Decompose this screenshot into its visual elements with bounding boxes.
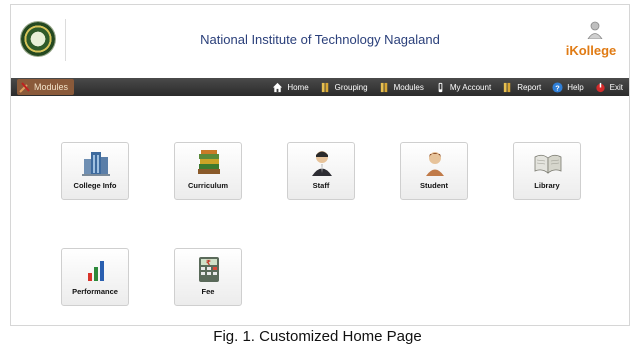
nav-item-label: Report xyxy=(517,82,542,92)
svg-text:₹: ₹ xyxy=(206,259,211,267)
navbar: Modules Home Grouping Modules My Account… xyxy=(11,78,629,96)
fee-calculator-icon: ₹ xyxy=(199,257,219,282)
exit-icon xyxy=(596,82,605,92)
module-tile-college-info[interactable]: College Info xyxy=(61,142,129,200)
figure-caption: Fig. 1. Customized Home Page xyxy=(213,328,422,345)
help-icon: ? xyxy=(552,81,563,93)
brand: iKollege xyxy=(561,21,621,61)
nav-item-grouping[interactable]: Grouping xyxy=(320,82,368,93)
nav-item-modules[interactable]: Modules xyxy=(379,82,424,93)
nav-item-label: Home xyxy=(287,82,309,92)
module-tile-label: Library xyxy=(534,181,560,190)
book-icon xyxy=(321,82,328,92)
header: National Institute of Technology Nagalan… xyxy=(11,5,629,73)
bar-graph-icon xyxy=(88,261,104,281)
nav-item-label: Grouping xyxy=(334,82,368,92)
brand-name: iKollege xyxy=(565,43,617,58)
nav-item-label: Modules xyxy=(393,82,424,92)
module-tile-fee[interactable]: ₹ Fee xyxy=(174,248,242,306)
account-icon xyxy=(438,82,443,92)
nav-menu: Home Grouping Modules My Account Report … xyxy=(272,78,623,96)
student-person-icon xyxy=(426,152,444,176)
nav-item-label: Help xyxy=(567,82,584,92)
module-tile-library[interactable]: Library xyxy=(513,142,581,200)
nav-item-label: Exit xyxy=(609,82,623,92)
nav-item-home[interactable]: Home xyxy=(272,82,309,93)
module-tile-staff[interactable]: Staff xyxy=(287,142,355,200)
nav-item-exit[interactable]: Exit xyxy=(595,82,623,93)
nav-item-label: My Account xyxy=(449,82,492,92)
book-icon xyxy=(380,82,387,92)
module-tile-label: Fee xyxy=(201,287,215,296)
nav-modules-tab[interactable]: Modules xyxy=(17,79,75,95)
brand-person-icon xyxy=(587,21,603,39)
module-tile-label: College Info xyxy=(73,181,117,190)
module-tile-label: Student xyxy=(420,181,448,190)
module-tile-student[interactable]: Student xyxy=(400,142,468,200)
home-icon xyxy=(273,82,283,92)
staff-person-icon xyxy=(312,151,332,176)
module-tile-label: Curriculum xyxy=(187,181,228,190)
nav-item-my-account[interactable]: My Account xyxy=(435,82,491,93)
module-tile-curriculum[interactable]: Curriculum xyxy=(174,142,242,200)
nav-modules-tab-label: Modules xyxy=(34,82,69,92)
svg-text:?: ? xyxy=(555,83,560,92)
module-tile-label: Performance xyxy=(72,287,118,296)
module-tile-performance[interactable]: Performance xyxy=(61,248,129,306)
books-stack-icon xyxy=(198,150,220,174)
module-tile-label: Staff xyxy=(312,181,330,190)
book-icon xyxy=(504,82,511,92)
tools-icon xyxy=(19,82,30,93)
open-book-icon xyxy=(534,154,562,174)
nav-item-help[interactable]: ? Help xyxy=(552,81,584,93)
app-window: National Institute of Technology Nagalan… xyxy=(10,4,630,326)
nav-item-report[interactable]: Report xyxy=(502,82,541,93)
building-icon xyxy=(82,152,110,176)
institute-title: National Institute of Technology Nagalan… xyxy=(200,32,440,47)
